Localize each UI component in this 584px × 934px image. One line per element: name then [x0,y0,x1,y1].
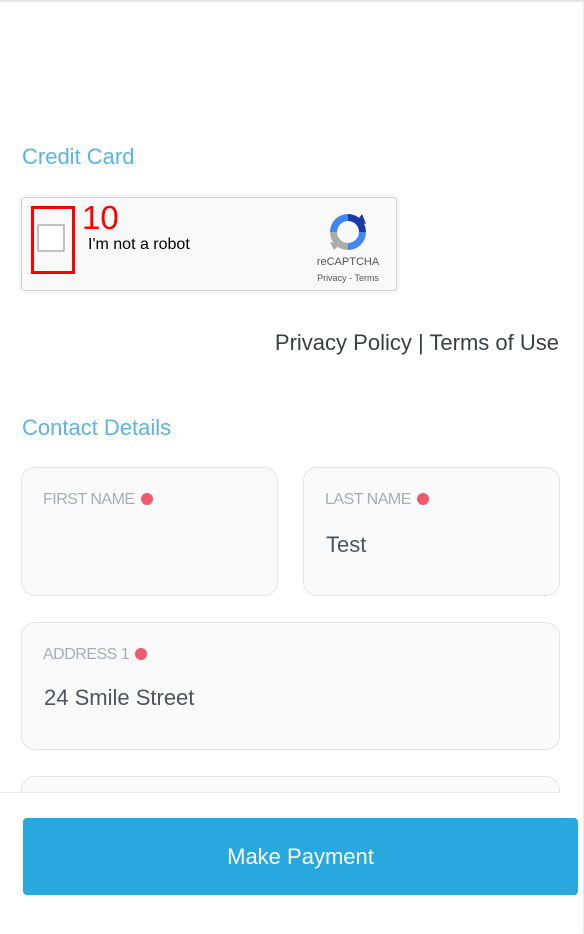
address1-label-text: ADDRESS 1 [43,646,130,663]
contact-details-title: Contact Details [22,415,172,440]
last-name-value[interactable]: Test [326,532,366,558]
last-name-label: LAST NAME [325,491,429,509]
recaptcha-separator: - [349,273,353,283]
first-name-label-text: FIRST NAME [43,491,135,508]
make-payment-button[interactable]: Make Payment [23,818,578,895]
policy-divider: | [417,330,424,355]
recaptcha-logo-icon [330,214,366,250]
annotation-mark-label: 10 [82,199,119,236]
recaptcha-terms-link[interactable]: Terms [354,273,379,283]
recaptcha-label: I'm not a robot [88,236,190,253]
first-name-label: FIRST NAME [43,491,153,509]
recaptcha-privacy-link[interactable]: Privacy [317,273,347,283]
last-name-field[interactable]: LAST NAME Test [303,467,560,596]
last-name-label-text: LAST NAME [325,491,411,508]
address1-label: ADDRESS 1 [43,646,148,664]
address1-value[interactable]: 24 Smile Street [44,685,194,711]
required-indicator-icon [140,493,153,505]
top-divider [0,0,584,2]
address1-field[interactable]: ADDRESS 1 24 Smile Street [21,622,560,750]
terms-of-use-link[interactable]: Terms of Use [429,330,559,355]
recaptcha-links: Privacy - Terms [300,273,396,283]
recaptcha-brand: reCAPTCHA [316,256,380,268]
privacy-policy-link[interactable]: Privacy Policy [275,330,412,355]
recaptcha-checkbox[interactable] [37,224,65,252]
required-indicator-icon [135,648,148,660]
policy-links: Privacy Policy | Terms of Use [275,330,559,356]
recaptcha-widget: I'm not a robot reCAPTCHA Privacy - Term… [21,197,397,291]
first-name-field[interactable]: FIRST NAME [21,467,278,596]
credit-card-title: Credit Card [22,144,135,169]
required-indicator-icon [416,493,429,505]
